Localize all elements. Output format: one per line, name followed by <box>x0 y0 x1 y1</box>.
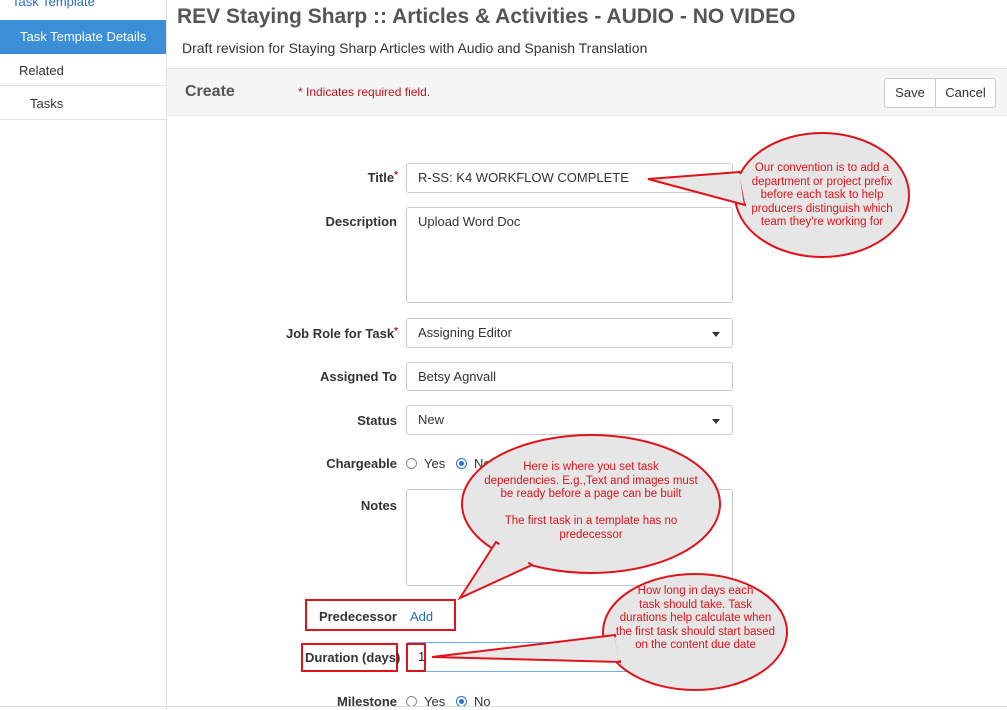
callout-line: producers distinguish which <box>751 202 893 215</box>
sidebar-item-tasks[interactable]: Tasks <box>0 88 166 120</box>
description-textarea[interactable]: Upload Word Doc <box>406 207 733 303</box>
duration-tip-text: How long in days each task should take. … <box>608 585 783 653</box>
job-role-selected-value: Assigning Editor <box>418 325 512 340</box>
required-mark: * <box>394 170 398 181</box>
assigned-to-label: Assigned To <box>319 369 397 384</box>
required-mark: * <box>394 326 398 337</box>
form-toolbar: Create * Indicates required field. Save … <box>167 68 1007 116</box>
predecessor-tip-text: Here is where you set task dependencies.… <box>478 461 704 542</box>
callout-line: How long in days each <box>637 585 754 597</box>
callout-line: dependencies. E.g.,Text and images must <box>484 474 698 487</box>
callout-line: The first task in a template has no <box>504 515 678 527</box>
save-button[interactable]: Save <box>884 78 936 108</box>
status-select[interactable]: New <box>406 405 733 435</box>
required-field-note: * Indicates required field. <box>298 85 431 99</box>
sidebar-section-related: Related <box>0 56 166 86</box>
sidebar: Task Template Task Template Details Rela… <box>0 0 167 710</box>
job-role-label: Job Role for Task* <box>285 326 398 341</box>
callout-line: task should take. Task <box>639 598 752 611</box>
chargeable-no-radio[interactable] <box>456 458 467 469</box>
callout-line: the first task should start based <box>615 625 776 638</box>
title-tip-text: Our convention is to add a department or… <box>742 162 902 230</box>
title-input[interactable]: R-SS: K4 WORKFLOW COMPLETE <box>406 163 733 193</box>
status-label: Status <box>357 413 397 428</box>
chevron-down-icon <box>712 419 720 424</box>
callout-line: durations help calculate when <box>619 612 772 624</box>
duration-label: Duration (days) <box>305 650 401 665</box>
callout-line: team they're working for <box>760 216 884 228</box>
chargeable-label: Chargeable <box>326 456 397 471</box>
footer-divider <box>0 706 1007 707</box>
callout-line: be ready before a page can be built <box>500 488 682 500</box>
page-title: REV Staying Sharp :: Articles & Activiti… <box>177 5 796 28</box>
notes-label: Notes <box>360 498 397 513</box>
job-role-select[interactable]: Assigning Editor <box>406 318 733 348</box>
chargeable-yes-radio[interactable] <box>406 458 417 469</box>
callout-line <box>478 502 704 516</box>
callout-line: on the content due date <box>635 639 756 651</box>
cancel-button[interactable]: Cancel <box>935 78 996 108</box>
callout-line: Our convention is to add a <box>754 162 890 174</box>
callout-line: Here is where you set task <box>523 461 659 473</box>
page-subtitle: Draft revision for Staying Sharp Article… <box>182 40 648 56</box>
callout-line: department or project prefix <box>751 175 893 188</box>
chevron-down-icon <box>712 332 720 337</box>
predecessor-label: Predecessor <box>318 609 397 624</box>
title-label: Title* <box>367 170 398 185</box>
assigned-to-input[interactable]: Betsy Agnvall <box>406 362 733 391</box>
description-label: Description <box>325 214 397 229</box>
sidebar-item-task-template[interactable]: Task Template <box>12 0 178 9</box>
add-predecessor-link[interactable]: Add <box>410 609 433 624</box>
callout-line: predecessor <box>559 528 623 541</box>
sidebar-item-task-template-details[interactable]: Task Template Details <box>0 20 166 54</box>
form-heading: Create <box>185 83 235 100</box>
duration-value-highlight-box <box>406 643 426 672</box>
status-selected-value: New <box>418 412 445 427</box>
callout-line: before each task to help <box>760 189 884 201</box>
chargeable-yes-label: Yes <box>424 456 446 471</box>
